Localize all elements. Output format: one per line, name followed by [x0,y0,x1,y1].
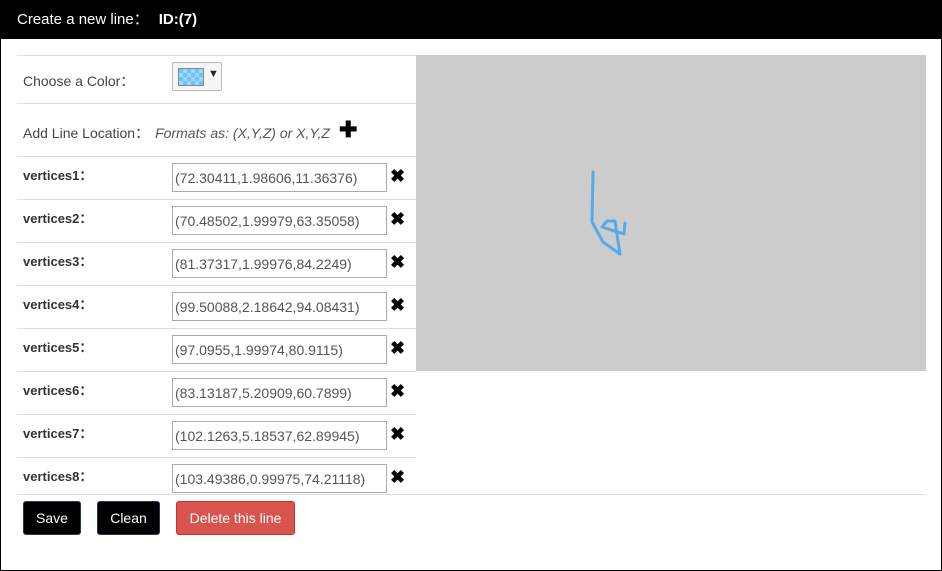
preview-polyline [590,170,627,256]
close-icon[interactable]: ✖ [390,295,405,316]
vertex-row: vertices7： ✖ [17,414,416,457]
close-icon[interactable]: ✖ [390,166,405,187]
vertex-input[interactable] [172,464,387,493]
vertex-list: vertices1：✖vertices2：✖vertices3：✖vertice… [17,156,416,500]
color-row: Choose a Color： ▼ [17,55,416,103]
close-icon[interactable]: ✖ [390,338,405,359]
vertex-row: vertices5： ✖ [17,328,416,371]
close-icon[interactable]: ✖ [390,209,405,230]
vertex-input[interactable] [172,249,387,278]
action-bar: Save Clean Delete this line [17,494,926,535]
vertex-label: vertices6： [23,383,93,398]
close-icon[interactable]: ✖ [390,252,405,273]
line-form: Choose a Color： ▼ Add Line Location： Form… [17,55,416,500]
vertex-label: vertices3： [23,254,93,269]
dialog-title: Create a new line： [17,11,149,28]
vertex-row: vertices2： ✖ [17,199,416,242]
line-preview-canvas[interactable] [416,55,926,371]
vertex-label: vertices7： [23,426,93,441]
location-row: Add Line Location： Formats as: (X,Y,Z) or… [17,103,416,156]
vertex-label: vertices4： [23,297,93,312]
vertex-input[interactable] [172,335,387,364]
color-label: Choose a Color： [23,73,135,89]
save-button[interactable]: Save [23,501,81,535]
close-icon[interactable]: ✖ [390,381,405,402]
clean-button[interactable]: Clean [97,501,160,535]
delete-line-button[interactable]: Delete this line [176,501,295,535]
dialog-titlebar: Create a new line： ID:(7) [1,1,942,39]
vertex-input[interactable] [172,292,387,321]
create-line-dialog: Create a new line： ID:(7) Choose a Color：… [0,0,942,571]
vertex-input[interactable] [172,206,387,235]
chevron-down-icon: ▼ [208,68,219,80]
vertex-label: vertices1： [23,168,93,183]
vertex-row: vertices6： ✖ [17,371,416,414]
vertex-row: vertices1： ✖ [17,156,416,199]
close-icon[interactable]: ✖ [390,424,405,445]
vertex-label: vertices8： [23,469,93,484]
vertex-input[interactable] [172,421,387,450]
location-format-hint: Formats as: (X,Y,Z) or X,Y,Z [155,125,330,141]
line-preview-svg [590,170,627,256]
plus-icon[interactable]: ✚ [339,117,357,143]
vertex-label: vertices5： [23,340,93,355]
vertex-row: vertices4： ✖ [17,285,416,328]
vertex-row: vertices3： ✖ [17,242,416,285]
close-icon[interactable]: ✖ [390,467,405,488]
vertex-input[interactable] [172,378,387,407]
line-id: ID:(7) [158,11,198,28]
color-swatch [178,68,204,86]
color-picker[interactable]: ▼ [172,62,222,91]
location-label-text: Add Line Location： [23,125,150,141]
location-label: Add Line Location： Formats as: (X,Y,Z) or… [23,123,330,143]
vertex-label: vertices2： [23,211,93,226]
vertex-input[interactable] [172,163,387,192]
